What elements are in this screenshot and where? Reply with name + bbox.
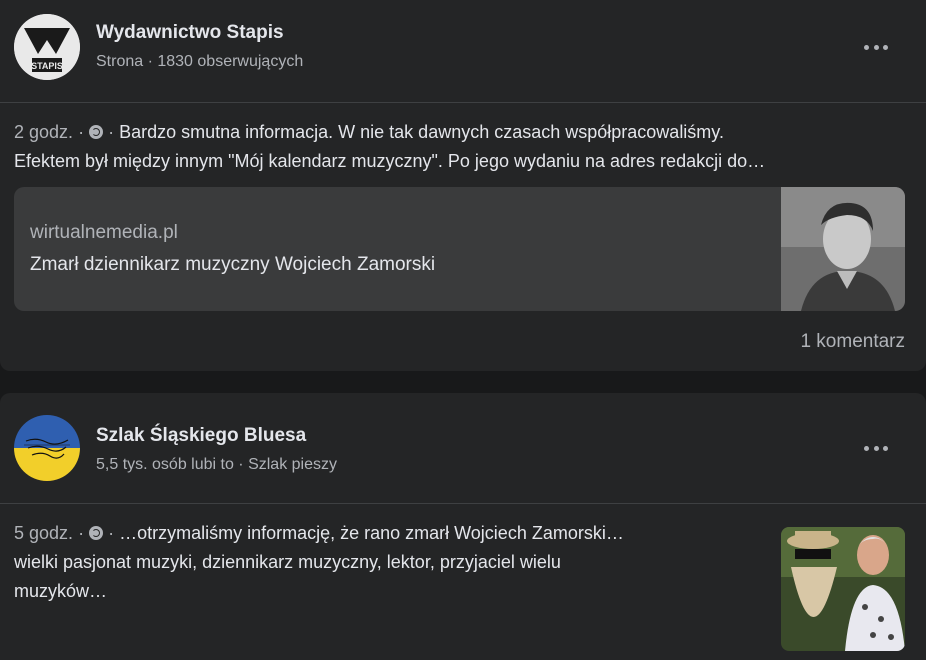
page-avatar[interactable] [14,415,80,481]
comments-count[interactable]: 1 komentarz [800,331,905,353]
page-avatar[interactable]: STAPIS [14,14,80,80]
page-subtitle: Strona · 1830 obserwujących [96,53,304,70]
divider [0,503,926,504]
post-text-line2: wielki pasjonat muzyki, dziennikarz muzy… [14,552,561,572]
szlak-logo [14,415,80,481]
separator: · [78,122,90,142]
separator: · [78,523,90,543]
globe-icon [89,125,104,139]
post-text-line2: Efektem był między innym "Mój kalendarz … [14,151,766,171]
post-text-line3: muzyków… [14,581,108,601]
post-photo[interactable] [781,527,905,651]
post-line: 5 godz. · · …otrzymaliśmy informację, że… [14,519,624,548]
link-domain: wirtualnemedia.pl [30,222,178,243]
link-title[interactable]: Zmarł dziennikarz muzyczny Wojciech Zamo… [30,254,435,276]
more-options-icon[interactable] [864,41,888,53]
post-card: STAPIS Wydawnictwo Stapis Strona · 1830 … [0,0,926,371]
post-time[interactable]: 2 godz. [14,122,73,142]
post-line: 2 godz. · · Bardzo smutna informacja. W … [14,118,765,147]
link-preview[interactable]: wirtualnemedia.pl Zmarł dziennikarz muzy… [14,187,905,311]
page-subtitle: 5,5 tys. osób lubi to · Szlak pieszy [96,456,337,473]
post-text: 5 godz. · · …otrzymaliśmy informację, że… [14,519,624,606]
post-photo-image [781,527,905,651]
post-text: 2 godz. · · Bardzo smutna informacja. W … [14,118,765,176]
stapis-logo: STAPIS [14,14,80,80]
globe-icon [89,526,104,540]
page-name[interactable]: Wydawnictwo Stapis [96,22,284,44]
post-card: Szlak Śląskiego Bluesa 5,5 tys. osób lub… [0,393,926,660]
separator: · [103,122,120,142]
post-text-line1: Bardzo smutna informacja. W nie tak dawn… [119,122,724,142]
logo-text: STAPIS [31,61,63,71]
more-options-icon[interactable] [864,442,888,454]
separator: · [103,523,120,543]
post-time[interactable]: 5 godz. [14,523,73,543]
page-name[interactable]: Szlak Śląskiego Bluesa [96,425,306,447]
link-thumbnail-image [781,187,905,311]
divider [0,102,926,103]
post-text-line1: …otrzymaliśmy informację, że rano zmarł … [119,523,624,543]
